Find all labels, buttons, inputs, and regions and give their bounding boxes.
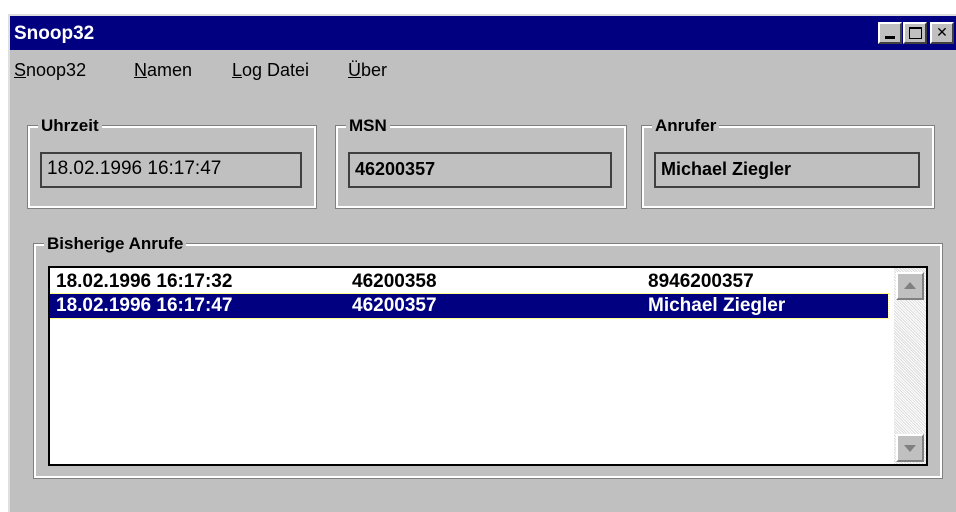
scroll-up-button[interactable]: [896, 272, 924, 300]
window-title: Snoop32: [14, 23, 95, 44]
call-caller: 8946200357: [648, 271, 754, 292]
anrufer-group: Anrufer Michael Ziegler: [641, 116, 935, 209]
msn-field: 46200357: [348, 152, 612, 188]
minimize-icon: [885, 36, 895, 39]
uhrzeit-field: 18.02.1996 16:17:47: [40, 152, 302, 188]
menu-namen-label: amen: [147, 60, 193, 80]
call-row-selected[interactable]: 18.02.1996 16:17:47 46200357 Michael Zie…: [50, 293, 889, 319]
menu-bar: Snoop32 Namen Log Datei Über: [10, 52, 956, 86]
scroll-down-button[interactable]: [896, 434, 924, 462]
maximize-icon: [909, 27, 922, 39]
call-msn: 46200358: [352, 271, 437, 292]
calls-scrollbar[interactable]: [894, 268, 926, 464]
title-bar[interactable]: Snoop32 ✕: [10, 16, 956, 50]
menu-log-datei-accel: L: [232, 60, 243, 80]
menu-snoop32-label: noop32: [26, 60, 87, 80]
menu-namen[interactable]: Namen: [134, 60, 192, 81]
scroll-down-arrow-icon: [904, 445, 916, 452]
calls-label: Bisherige Anrufe: [44, 234, 187, 254]
call-time: 18.02.1996 16:17:32: [56, 271, 233, 292]
msn-group: MSN 46200357: [335, 116, 627, 209]
uhrzeit-group: Uhrzeit 18.02.1996 16:17:47: [27, 116, 317, 209]
app-window: Snoop32 ✕ Snoop32 Namen Log Datei Über U…: [8, 14, 956, 512]
call-row[interactable]: 18.02.1996 16:17:32 46200358 8946200357: [50, 270, 888, 294]
scroll-up-arrow-icon: [904, 282, 916, 289]
anrufer-field: Michael Ziegler: [654, 152, 920, 188]
menu-log-datei-label: og Datei: [242, 60, 310, 80]
menu-snoop32-accel: S: [14, 60, 27, 80]
menu-namen-accel: N: [134, 60, 147, 80]
menu-log-datei[interactable]: Log Datei: [232, 60, 309, 81]
status-area: [10, 484, 956, 512]
uhrzeit-label: Uhrzeit: [38, 116, 102, 136]
call-caller: Michael Ziegler: [648, 295, 786, 316]
close-icon: ✕: [936, 25, 948, 41]
calls-listbox[interactable]: 18.02.1996 16:17:32 46200358 8946200357 …: [48, 266, 928, 466]
menu-snoop32[interactable]: Snoop32: [14, 60, 86, 81]
minimize-button[interactable]: [878, 22, 902, 44]
msn-label: MSN: [346, 116, 390, 136]
close-button[interactable]: ✕: [930, 22, 954, 44]
menu-ueber-label: ber: [361, 60, 388, 80]
menu-ueber[interactable]: Über: [348, 60, 387, 81]
maximize-button[interactable]: [903, 22, 927, 44]
call-msn: 46200357: [352, 295, 437, 316]
anrufer-label: Anrufer: [652, 116, 720, 136]
call-time: 18.02.1996 16:17:47: [56, 295, 233, 316]
menu-ueber-accel: Ü: [348, 60, 361, 80]
